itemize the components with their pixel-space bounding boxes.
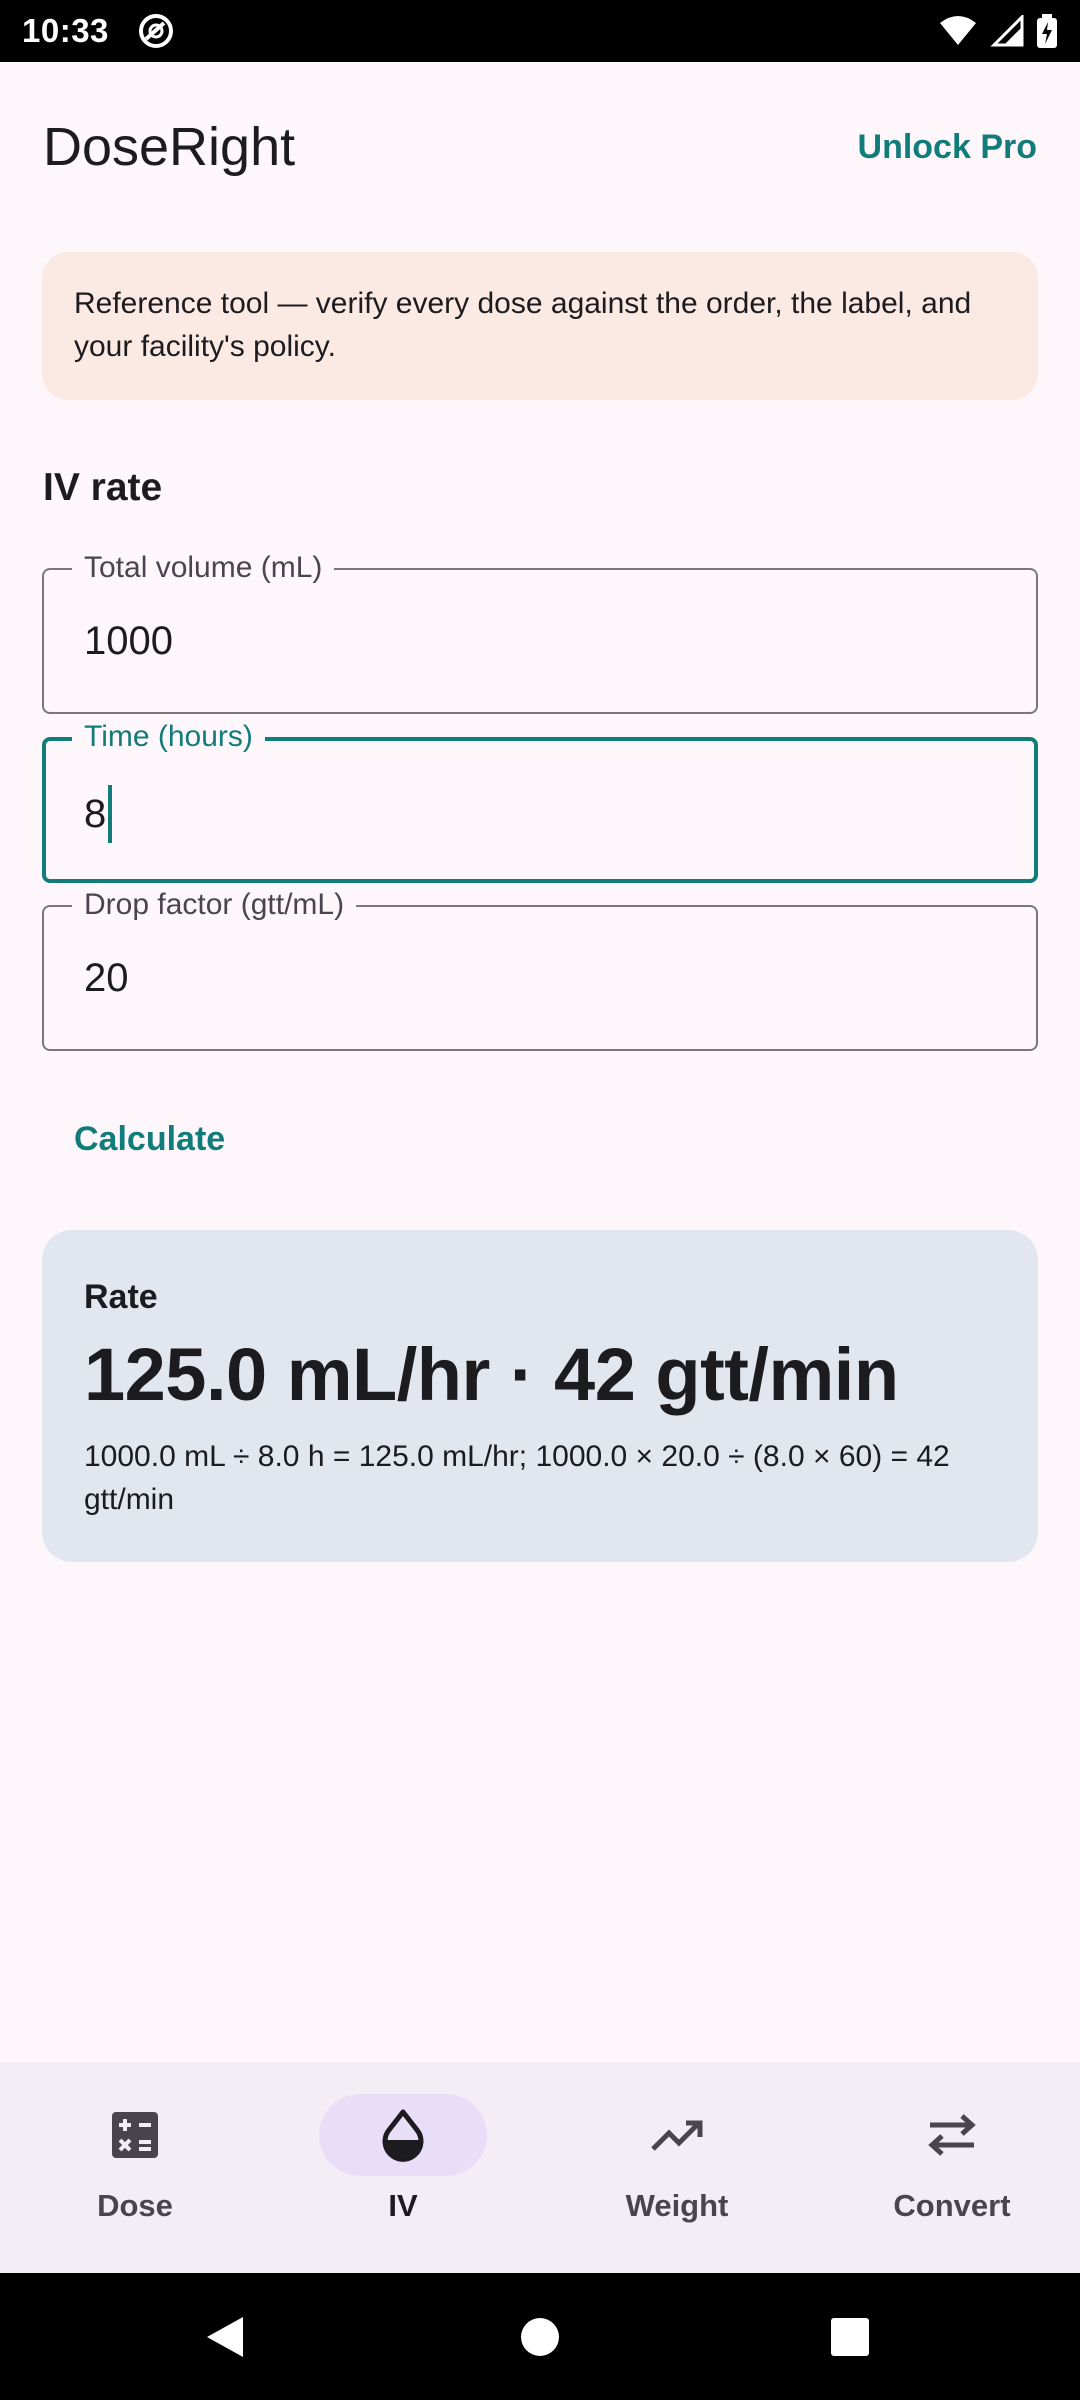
nav-label-dose: Dose: [97, 2188, 173, 2223]
nav-pill-iv: [319, 2094, 487, 2176]
system-recents-button[interactable]: [820, 2273, 880, 2400]
nav-label-iv: IV: [388, 2188, 418, 2223]
calculate-button[interactable]: Calculate: [74, 1120, 225, 1159]
nav-item-iv[interactable]: IV: [268, 2062, 538, 2273]
result-value: 125.0 mL/hr · 42 gtt/min: [84, 1333, 899, 1416]
drop-factor-value[interactable]: 20: [84, 953, 129, 1003]
signal-icon: [990, 15, 1024, 47]
total-volume-value[interactable]: 1000: [84, 616, 173, 666]
result-label: Rate: [84, 1278, 158, 1316]
drop-icon: [382, 2109, 424, 2162]
total-volume-field[interactable]: Total volume (mL) 1000: [42, 548, 1038, 714]
nav-item-weight[interactable]: Weight: [542, 2062, 812, 2273]
text-cursor: [108, 785, 113, 843]
drop-factor-label: Drop factor (gtt/mL): [72, 885, 357, 925]
nav-pill-dose: [51, 2094, 219, 2176]
battery-icon: [1037, 14, 1057, 48]
bottom-nav: Dose IV Weight Convert: [0, 2062, 1080, 2273]
nav-label-convert: Convert: [893, 2188, 1011, 2223]
status-time: 10:33: [22, 12, 109, 49]
disclaimer-banner: Reference tool — verify every dose again…: [42, 252, 1038, 400]
total-volume-label: Total volume (mL): [72, 548, 335, 588]
nav-pill-convert: [868, 2094, 1036, 2176]
result-card: Rate 125.0 mL/hr · 42 gtt/min 1000.0 mL …: [42, 1230, 1038, 1562]
swap-icon: [928, 2114, 976, 2156]
time-hours-value: 8: [84, 792, 107, 836]
system-home-button[interactable]: [510, 2273, 570, 2400]
calculator-icon: [112, 2112, 158, 2158]
section-title: IV rate: [43, 466, 163, 509]
unlock-pro-button[interactable]: Unlock Pro: [858, 128, 1037, 167]
time-hours-label: Time (hours): [72, 717, 265, 757]
nav-label-weight: Weight: [625, 2188, 729, 2223]
result-formula: 1000.0 mL ÷ 8.0 h = 125.0 mL/hr; 1000.0 …: [84, 1440, 950, 1516]
home-circle-icon: [521, 2317, 559, 2356]
back-triangle-icon: [207, 2316, 243, 2357]
nav-item-dose[interactable]: Dose: [0, 2062, 270, 2273]
status-icons: [938, 14, 1058, 48]
time-hours-field[interactable]: Time (hours) 8: [42, 717, 1038, 883]
nav-item-convert[interactable]: Convert: [817, 2062, 1080, 2273]
system-back-button[interactable]: [195, 2273, 255, 2400]
at-sign-icon: [138, 14, 173, 48]
app-title: DoseRight: [43, 117, 296, 177]
system-nav-bar: [0, 2273, 1080, 2400]
drop-factor-field[interactable]: Drop factor (gtt/mL) 20: [42, 885, 1038, 1051]
status-bar: 10:33: [0, 0, 1080, 62]
recents-square-icon: [831, 2317, 869, 2356]
trending-up-icon: [651, 2120, 703, 2151]
time-hours-input[interactable]: 8: [84, 785, 113, 843]
nav-pill-weight: [593, 2094, 761, 2176]
app-header: DoseRight Unlock Pro: [0, 62, 1080, 232]
wifi-icon: [940, 16, 976, 45]
